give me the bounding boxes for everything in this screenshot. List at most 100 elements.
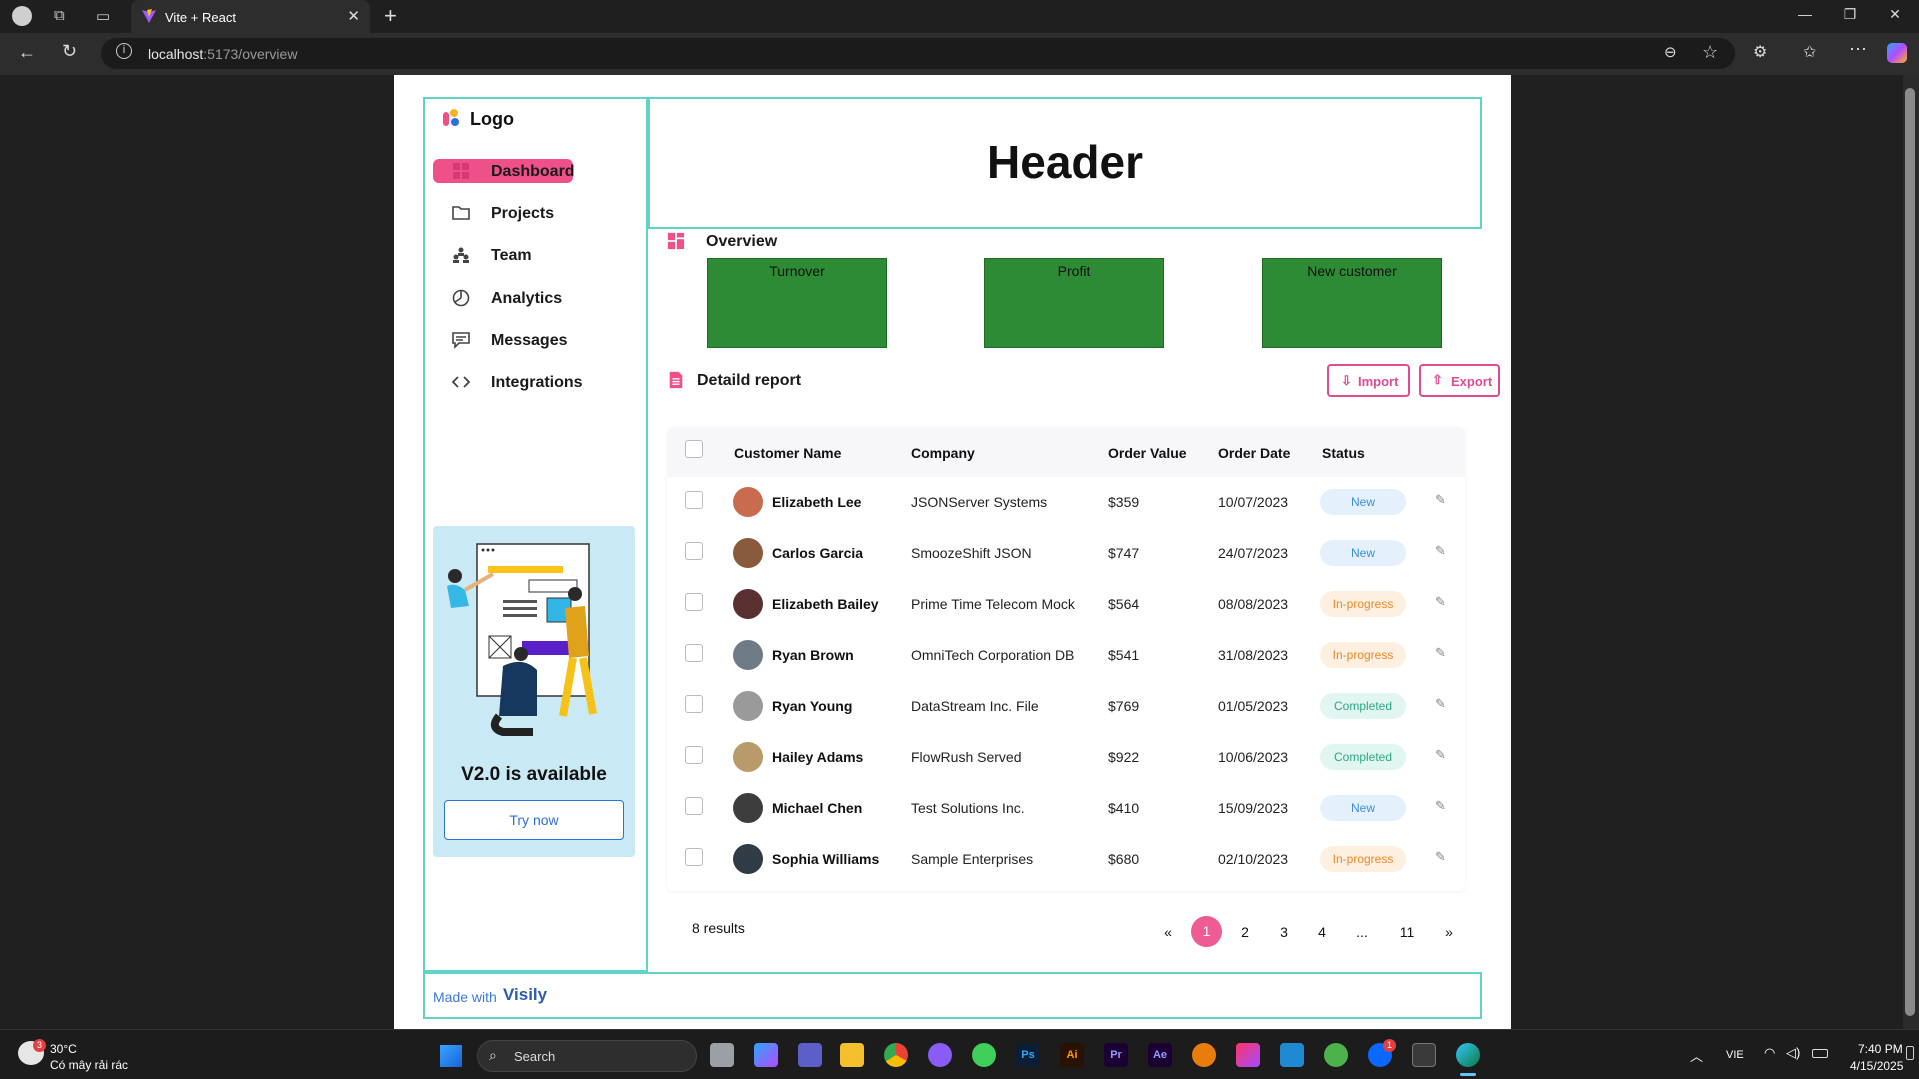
row-checkbox[interactable] (685, 542, 703, 560)
edit-icon[interactable]: ✎ (1435, 645, 1446, 661)
task-view-icon[interactable] (710, 1043, 734, 1067)
app-panda-icon[interactable] (1324, 1043, 1348, 1067)
file-explorer-icon[interactable] (840, 1043, 864, 1067)
order-date-cell: 08/08/2023 (1218, 596, 1289, 612)
column-header-order-value[interactable]: Order Value (1108, 445, 1187, 461)
more-icon[interactable]: ⋯ (1849, 39, 1867, 60)
row-checkbox[interactable] (685, 593, 703, 611)
chrome-icon[interactable] (884, 1043, 908, 1067)
vscode-icon[interactable] (1280, 1043, 1304, 1067)
logo-text[interactable]: Logo (470, 109, 514, 130)
teams-icon[interactable] (798, 1043, 822, 1067)
column-header-status[interactable]: Status (1322, 445, 1365, 461)
page-3[interactable]: 3 (1274, 924, 1294, 940)
terminal-icon[interactable] (1412, 1043, 1436, 1067)
taskbar-search[interactable]: ⌕ Search (477, 1040, 697, 1072)
vertical-tabs-icon[interactable]: ▭ (96, 7, 110, 25)
favorite-star-icon[interactable]: ☆ (1702, 42, 1718, 63)
creative-cloud-icon[interactable] (1236, 1043, 1260, 1067)
sidebar-item-integrations[interactable]: Integrations (433, 370, 583, 394)
select-all-checkbox[interactable] (685, 440, 703, 458)
row-checkbox[interactable] (685, 491, 703, 509)
sidebar-item-team[interactable]: Team (433, 243, 573, 267)
import-button[interactable]: ⇩ Import (1327, 364, 1410, 397)
edit-icon[interactable]: ✎ (1435, 594, 1446, 610)
customer-name[interactable]: Ryan Brown (772, 647, 854, 663)
page-1[interactable]: 1 (1191, 916, 1222, 947)
favorites-icon[interactable]: ✩ (1803, 42, 1816, 62)
edit-icon[interactable]: ✎ (1435, 798, 1446, 814)
battery-icon[interactable] (1812, 1049, 1828, 1058)
row-checkbox[interactable] (685, 746, 703, 764)
customer-name[interactable]: Sophia Williams (772, 851, 879, 867)
customer-name[interactable]: Ryan Young (772, 698, 852, 714)
back-icon[interactable]: ← (18, 42, 36, 63)
tab-close-icon[interactable]: ✕ (347, 7, 360, 25)
promo-illustration (447, 543, 597, 736)
customer-name[interactable]: Carlos Garcia (772, 545, 863, 561)
sidebar-item-messages[interactable]: Messages (433, 328, 573, 352)
scrollbar-thumb[interactable] (1905, 88, 1915, 1016)
url-host: localhost (148, 46, 204, 62)
copilot-icon[interactable] (1887, 43, 1907, 63)
try-now-button[interactable]: Try now (444, 800, 624, 840)
language-indicator[interactable]: VIE (1726, 1049, 1744, 1061)
notifications-icon[interactable] (1906, 1046, 1914, 1060)
edge-icon[interactable] (1456, 1043, 1480, 1067)
page-first[interactable]: « (1158, 924, 1178, 940)
sidebar-item-analytics[interactable]: Analytics (433, 286, 573, 310)
new-tab-button[interactable]: + (384, 3, 397, 29)
customer-name[interactable]: Elizabeth Lee (772, 494, 861, 510)
tab-vite-react[interactable]: Vite + React ✕ (131, 0, 370, 33)
column-header-order-date[interactable]: Order Date (1218, 445, 1290, 461)
customer-name[interactable]: Hailey Adams (772, 749, 863, 765)
page-last[interactable]: » (1439, 924, 1459, 940)
edit-icon[interactable]: ✎ (1435, 492, 1446, 508)
start-icon[interactable] (440, 1045, 462, 1067)
customer-name[interactable]: Michael Chen (772, 800, 862, 816)
messenger-icon[interactable] (928, 1043, 952, 1067)
page-11[interactable]: 11 (1397, 924, 1417, 940)
wifi-icon[interactable]: ◠ (1764, 1045, 1775, 1061)
notification-badge: 1 (1383, 1039, 1396, 1052)
volume-icon[interactable]: ◁) (1786, 1045, 1800, 1061)
customer-name[interactable]: Elizabeth Bailey (772, 596, 879, 612)
close-window-button[interactable]: ✕ (1885, 6, 1905, 23)
edit-icon[interactable]: ✎ (1435, 696, 1446, 712)
column-header-customer[interactable]: Customer Name (734, 445, 841, 461)
refresh-icon[interactable]: ↻ (62, 41, 77, 62)
column-header-company[interactable]: Company (911, 445, 975, 461)
profile-icon[interactable] (12, 6, 32, 26)
blender-icon[interactable] (1192, 1043, 1216, 1067)
minimize-button[interactable]: — (1795, 6, 1815, 22)
tab-title: Vite + React (165, 10, 236, 25)
page-2[interactable]: 2 (1235, 924, 1255, 940)
app-green-icon[interactable] (972, 1043, 996, 1067)
tray-chevron-icon[interactable]: ︿ (1690, 1046, 1703, 1065)
photoshop-icon[interactable]: Ps (1016, 1043, 1040, 1067)
clock-time[interactable]: 7:40 PM (1858, 1042, 1903, 1056)
extensions-icon[interactable]: ⚙ (1753, 42, 1767, 62)
clock-date[interactable]: 4/15/2025 (1850, 1059, 1903, 1073)
url-input[interactable]: i localhost:5173/overview ⊖ ☆ (101, 38, 1735, 69)
premiere-icon[interactable]: Pr (1104, 1043, 1128, 1067)
copilot-app-icon[interactable] (754, 1043, 778, 1067)
row-checkbox[interactable] (685, 695, 703, 713)
edit-icon[interactable]: ✎ (1435, 849, 1446, 865)
restore-button[interactable]: ❐ (1840, 6, 1860, 23)
site-info-icon[interactable]: i (116, 43, 132, 59)
zoom-icon[interactable]: ⊖ (1664, 43, 1677, 61)
after-effects-icon[interactable]: Ae (1148, 1043, 1172, 1067)
page-4[interactable]: 4 (1312, 924, 1332, 940)
edit-icon[interactable]: ✎ (1435, 543, 1446, 559)
sidebar-item-projects[interactable]: Projects (433, 201, 573, 225)
sidebar-item-dashboard[interactable]: Dashboard (433, 159, 575, 183)
collections-icon[interactable]: ⧉ (54, 7, 65, 24)
row-checkbox[interactable] (685, 797, 703, 815)
illustrator-icon[interactable]: Ai (1060, 1043, 1084, 1067)
row-checkbox[interactable] (685, 644, 703, 662)
edit-icon[interactable]: ✎ (1435, 747, 1446, 763)
export-button[interactable]: ⇧ Export (1419, 364, 1500, 397)
row-checkbox[interactable] (685, 848, 703, 866)
visily-logo[interactable]: Visily (503, 985, 547, 1005)
